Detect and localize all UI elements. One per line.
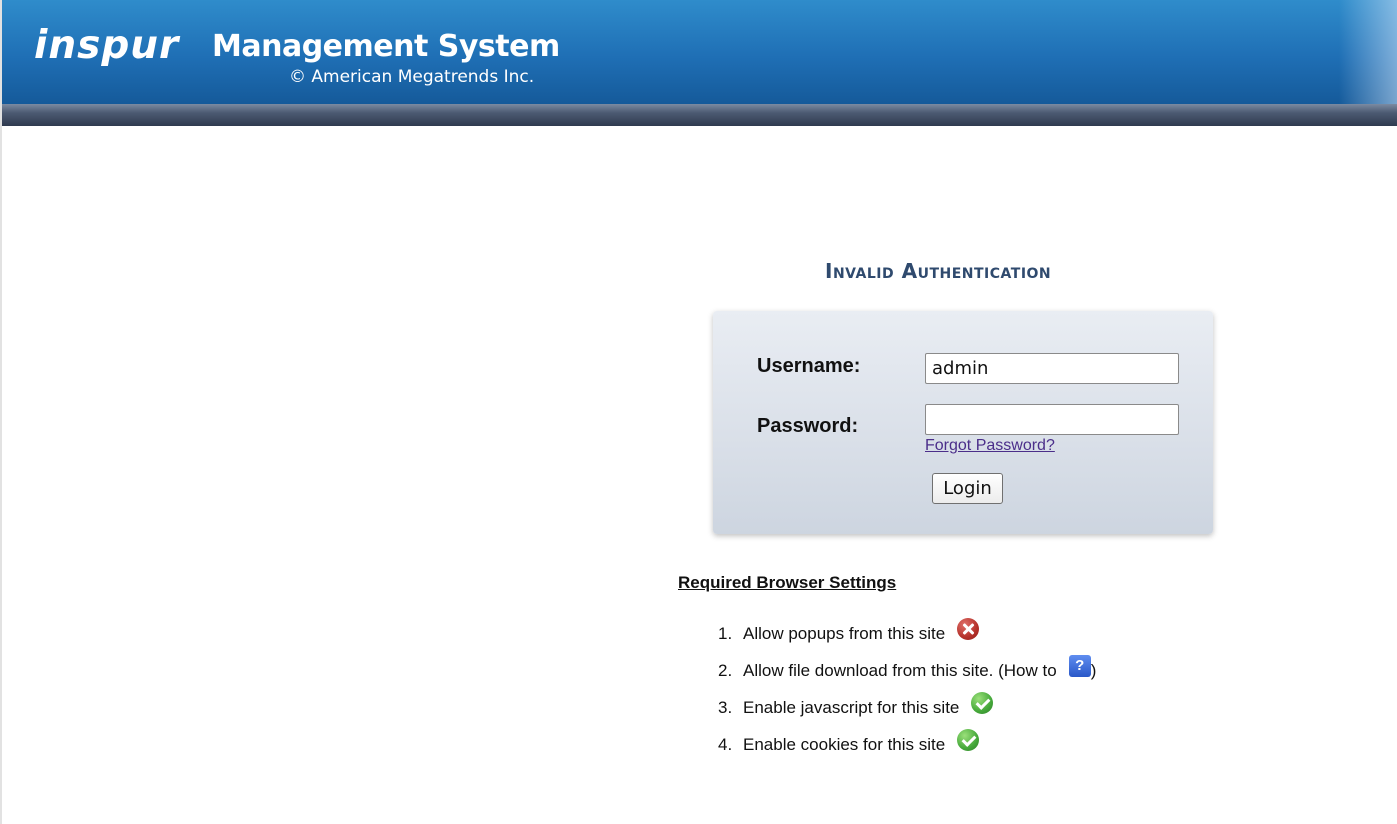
list-item-text: Allow popups from this site <box>743 624 946 643</box>
browser-settings-list: 1. Allow popups from this site 2. Allow … <box>718 618 1096 766</box>
browser-settings-title: Required Browser Settings <box>678 573 897 592</box>
forgot-password-link[interactable]: Forgot Password? <box>925 437 1055 455</box>
list-item-text: Allow file download from this site. (How… <box>743 661 1057 680</box>
list-item: 4. Enable cookies for this site <box>718 729 1096 766</box>
list-item-number: 1. <box>718 624 733 643</box>
header-divider-band <box>2 104 1397 126</box>
username-input[interactable] <box>925 353 1179 384</box>
list-item-text: Enable cookies for this site <box>743 735 946 754</box>
username-label: Username: <box>757 355 861 377</box>
list-item: 3. Enable javascript for this site <box>718 692 1096 729</box>
list-item-number: 3. <box>718 698 733 717</box>
check-icon <box>957 729 980 751</box>
login-page: inspur Management System © American Mega… <box>0 0 1397 824</box>
app-title: Management System <box>212 29 560 64</box>
list-item: 1. Allow popups from this site <box>718 618 1096 655</box>
copyright-text: © American Megatrends Inc. <box>289 67 535 87</box>
password-label: Password: <box>757 415 859 437</box>
list-item-number: 2. <box>718 661 733 680</box>
inspur-logo: inspur <box>34 23 180 68</box>
header-glow <box>1339 0 1397 104</box>
login-button[interactable]: Login <box>932 473 1003 504</box>
list-item: 2. Allow file download from this site. (… <box>718 655 1096 692</box>
error-x-icon <box>957 618 980 640</box>
login-form: Username: Password: Forgot Password? Log… <box>713 311 1213 534</box>
password-input[interactable] <box>925 404 1179 435</box>
list-item-text: Enable javascript for this site <box>743 698 960 717</box>
header-banner: inspur Management System © American Mega… <box>2 0 1397 104</box>
check-icon <box>971 692 994 714</box>
help-icon[interactable]: ? <box>1068 655 1091 677</box>
auth-status-heading: Invalid Authentication <box>825 259 1052 283</box>
list-item-suffix: ) <box>1090 661 1097 680</box>
list-item-number: 4. <box>718 735 733 754</box>
